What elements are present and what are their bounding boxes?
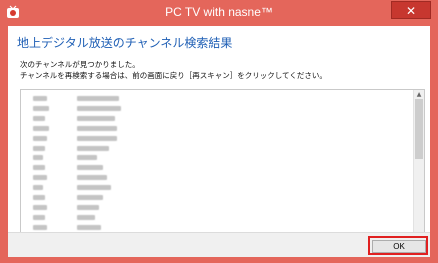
channel-number-blurred [33, 214, 45, 220]
app-window: PC TV with nasne™ ✕ 地上デジタル放送のチャンネル検索結果 次… [0, 0, 438, 263]
channel-list[interactable]: ▲ ▼ [20, 89, 425, 246]
channel-number-blurred [33, 135, 47, 141]
channel-number-blurred [33, 185, 43, 191]
title-bar[interactable]: PC TV with nasne™ ✕ [0, 0, 438, 26]
scroll-thumb[interactable] [415, 99, 423, 159]
result-message: 次のチャンネルが見つかりました。 [20, 60, 140, 69]
channel-name-blurred [77, 115, 115, 121]
channel-name-blurred [77, 145, 109, 151]
channel-name-blurred [77, 204, 99, 210]
ok-button[interactable]: OK [372, 240, 426, 253]
channel-number-blurred [33, 175, 47, 181]
close-button[interactable]: ✕ [391, 1, 431, 19]
channel-name-blurred [77, 224, 101, 230]
dialog-body: 地上デジタル放送のチャンネル検索結果 次のチャンネルが見つかりました。 チャンネ… [8, 26, 430, 257]
channel-name-blurred [77, 175, 107, 181]
channel-number-blurred [33, 155, 43, 161]
channel-number-blurred [33, 195, 45, 200]
rescan-instruction: チャンネルを再検索する場合は、前の画面に戻り［再スキャン］をクリックしてください… [20, 71, 327, 80]
vertical-scrollbar[interactable]: ▲ ▼ [413, 90, 424, 245]
channel-number-blurred [33, 125, 49, 131]
channel-number-blurred [33, 145, 45, 151]
channel-name-blurred [77, 155, 97, 161]
channel-name-blurred [77, 96, 119, 101]
channel-number-blurred [33, 96, 47, 101]
channel-number-blurred [33, 105, 49, 111]
channel-name-blurred [77, 195, 103, 200]
channel-number-blurred [33, 204, 47, 210]
window-title: PC TV with nasne™ [165, 5, 273, 19]
channel-name-blurred [77, 185, 111, 191]
channel-number-blurred [33, 224, 47, 230]
channel-name-blurred [77, 165, 103, 171]
channel-name-blurred [77, 135, 117, 141]
scroll-up-icon[interactable]: ▲ [414, 90, 424, 99]
dialog-footer: OK [8, 232, 430, 257]
channel-name-blurred [77, 105, 121, 111]
channel-name-blurred [77, 214, 95, 220]
channel-number-blurred [33, 115, 45, 121]
channel-number-blurred [33, 165, 45, 171]
ok-button-highlight: OK [368, 236, 428, 255]
channel-name-blurred [77, 125, 117, 131]
page-title: 地上デジタル放送のチャンネル検索結果 [17, 36, 233, 50]
